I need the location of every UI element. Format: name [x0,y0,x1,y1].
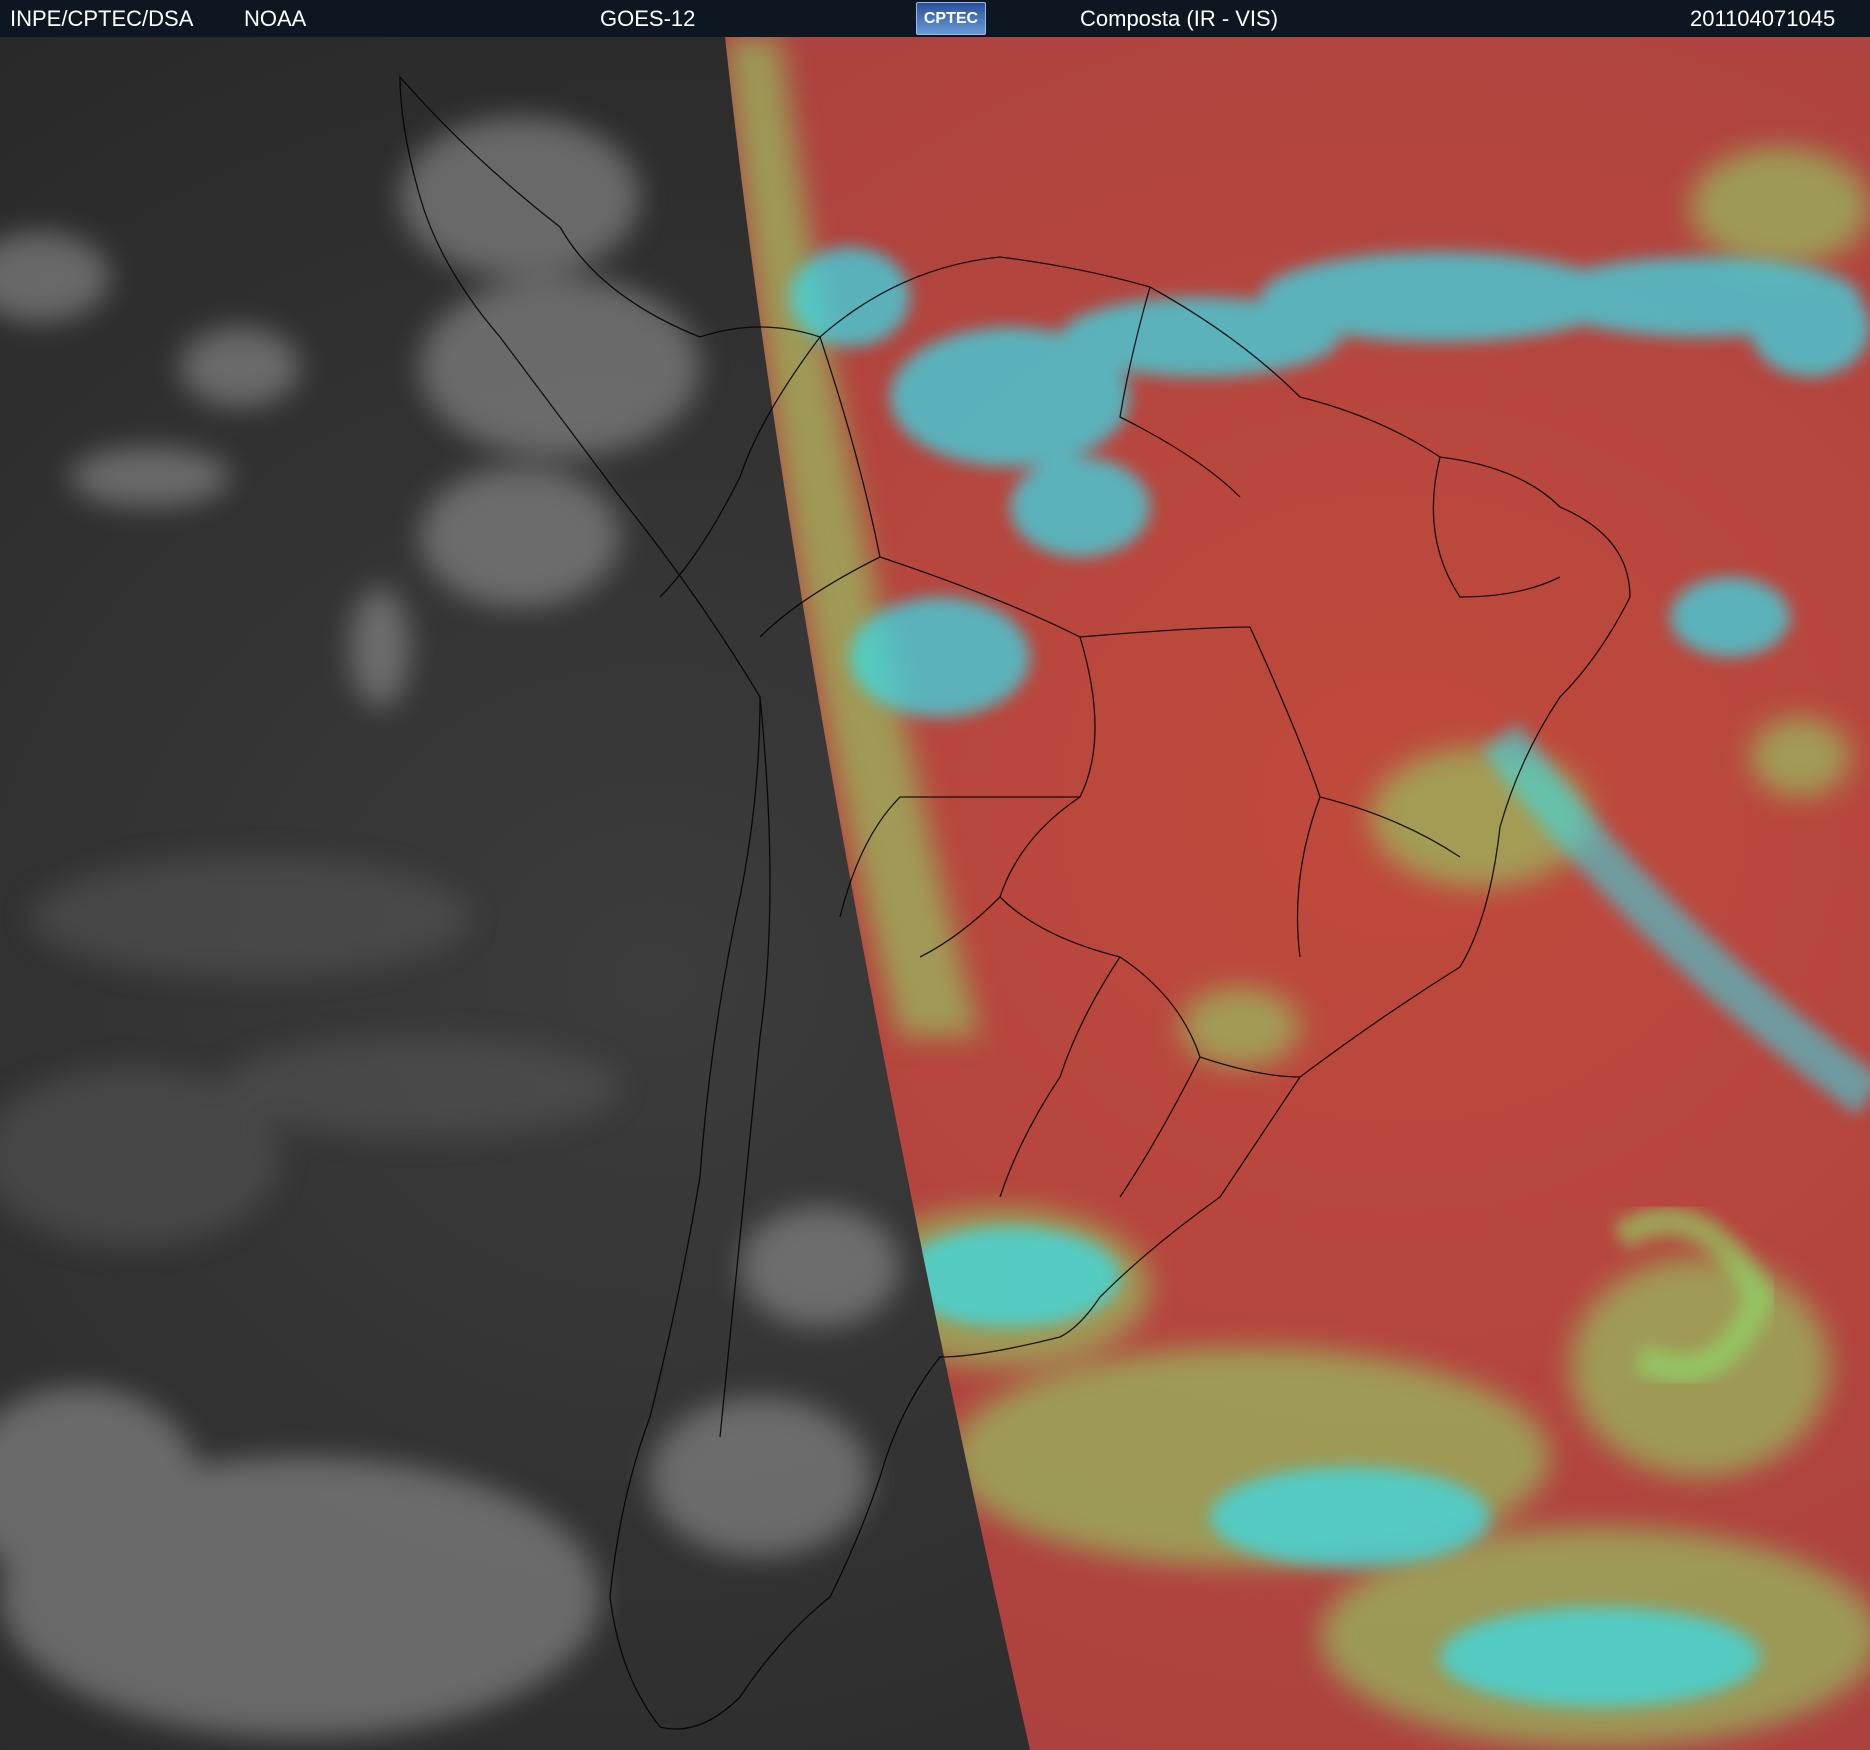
satellite-image [0,37,1870,1750]
product-label: Composta (IR - VIS) [1080,6,1279,31]
timestamp-label: 201104071045 [1690,6,1836,31]
cptec-logo: CPTEC [916,2,986,35]
satellite-label: GOES-12 [600,6,696,31]
satellite-composite [0,37,1870,1750]
institution-label: INPE/CPTEC/DSA [10,6,194,31]
agency-label: NOAA [244,6,307,31]
header-bar: INPE/CPTEC/DSA NOAA GOES-12 CPTEC Compos… [0,0,1870,37]
